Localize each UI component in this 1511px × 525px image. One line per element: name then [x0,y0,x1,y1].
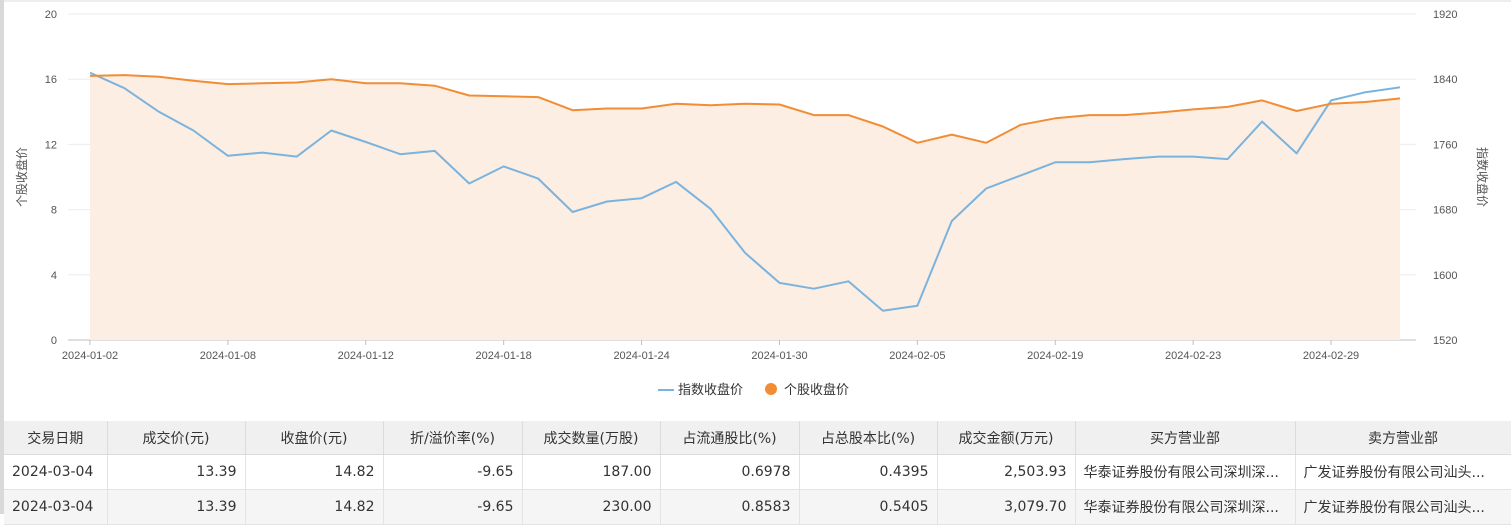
price-chart: 0 4 8 12 16 20 1520 1600 1680 1760 1840 1920 2024-01… [0,0,1511,420]
table-row[interactable]: 2024-03-04 13.39 14.82 -9.65 230.00 0.85… [4,489,1511,525]
y-left-tick-label: 16 [45,74,57,86]
cell-volume: 230.00 [522,489,661,525]
x-tick-label: 2024-02-23 [1165,350,1221,362]
y-right-tick-label: 1520 [1433,335,1457,347]
table-row[interactable]: 2024-03-04 13.39 14.82 -9.65 187.00 0.69… [4,454,1511,490]
legend-stock-label: 个股收盘价 [784,382,849,398]
cell-buyer[interactable]: 华泰证券股份有限公司深圳深... [1075,489,1296,525]
cell-amount: 3,079.70 [937,489,1076,525]
col-header-discount-rate[interactable]: 折/溢价率(%) [383,421,523,455]
cell-trade-date: 2024-03-04 [4,489,108,525]
col-header-close-price[interactable]: 收盘价(元) [245,421,384,455]
cell-volume: 187.00 [522,454,661,490]
cell-trade-price: 13.39 [107,489,246,525]
table-header-row: 交易日期 成交价(元) 收盘价(元) 折/溢价率(%) 成交数量(万股) 占流通… [4,421,1511,455]
block-trade-table: 交易日期 成交价(元) 收盘价(元) 折/溢价率(%) 成交数量(万股) 占流通… [4,421,1511,525]
chart-legend: 指数收盘价 个股收盘价 [658,382,849,398]
col-header-amount[interactable]: 成交金额(万元) [937,421,1076,455]
x-tick-label: 2024-01-18 [476,350,532,362]
y-left-tick-label: 12 [45,139,57,151]
y-axis-left-title: 个股收盘价 [14,147,29,207]
col-header-volume[interactable]: 成交数量(万股) [522,421,661,455]
x-tick-label: 2024-02-19 [1027,350,1083,362]
cell-total-ratio: 0.4395 [799,454,938,490]
cell-total-ratio: 0.5405 [799,489,938,525]
col-header-seller[interactable]: 卖方营业部 [1295,421,1511,455]
legend-index-label: 指数收盘价 [678,382,743,398]
cell-trade-date: 2024-03-04 [4,454,108,490]
col-header-float-ratio[interactable]: 占流通股比(%) [660,421,800,455]
cell-amount: 2,503.93 [937,454,1076,490]
x-tick-label: 2024-02-05 [889,350,945,362]
y-right-tick-label: 1840 [1433,74,1457,86]
cell-close-price: 14.82 [245,489,384,525]
cell-float-ratio: 0.6978 [660,454,800,490]
cell-float-ratio: 0.8583 [660,489,800,525]
col-header-total-ratio[interactable]: 占总股本比(%) [799,421,938,455]
x-tick-label: 2024-01-24 [613,350,669,362]
stock-price-fill-area [90,75,1400,340]
cell-buyer[interactable]: 华泰证券股份有限公司深圳深... [1075,454,1296,490]
y-right-tick-label: 1680 [1433,205,1457,217]
y-left-tick-label: 20 [45,9,57,21]
col-header-buyer[interactable]: 买方营业部 [1075,421,1296,455]
cell-discount-rate: -9.65 [383,489,523,525]
x-tick-label: 2024-01-08 [200,350,256,362]
x-tick-label: 2024-01-12 [338,350,394,362]
legend-item-stock[interactable]: 个股收盘价 [765,382,849,398]
cell-seller[interactable]: 广发证券股份有限公司汕头... [1295,454,1511,490]
y-left-tick-label: 8 [51,205,57,217]
cell-seller[interactable]: 广发证券股份有限公司汕头... [1295,489,1511,525]
x-tick-label: 2024-01-30 [751,350,807,362]
legend-stock-swatch [765,383,777,395]
y-axis-right-title: 指数收盘价 [1475,147,1490,207]
y-right-tick-label: 1920 [1433,9,1457,21]
cell-discount-rate: -9.65 [383,454,523,490]
cell-trade-price: 13.39 [107,454,246,490]
col-header-trade-date[interactable]: 交易日期 [4,421,108,455]
y-right-tick-label: 1600 [1433,270,1457,282]
stock-price-area [90,75,1400,340]
y-left-tick-label: 0 [51,335,57,347]
x-tick-label: 2024-01-02 [62,350,118,362]
cell-close-price: 14.82 [245,454,384,490]
x-tick-label: 2024-02-29 [1303,350,1359,362]
y-right-tick-label: 1760 [1433,139,1457,151]
col-header-trade-price[interactable]: 成交价(元) [107,421,246,455]
y-left-tick-label: 4 [51,270,57,282]
legend-item-index[interactable]: 指数收盘价 [658,382,743,398]
